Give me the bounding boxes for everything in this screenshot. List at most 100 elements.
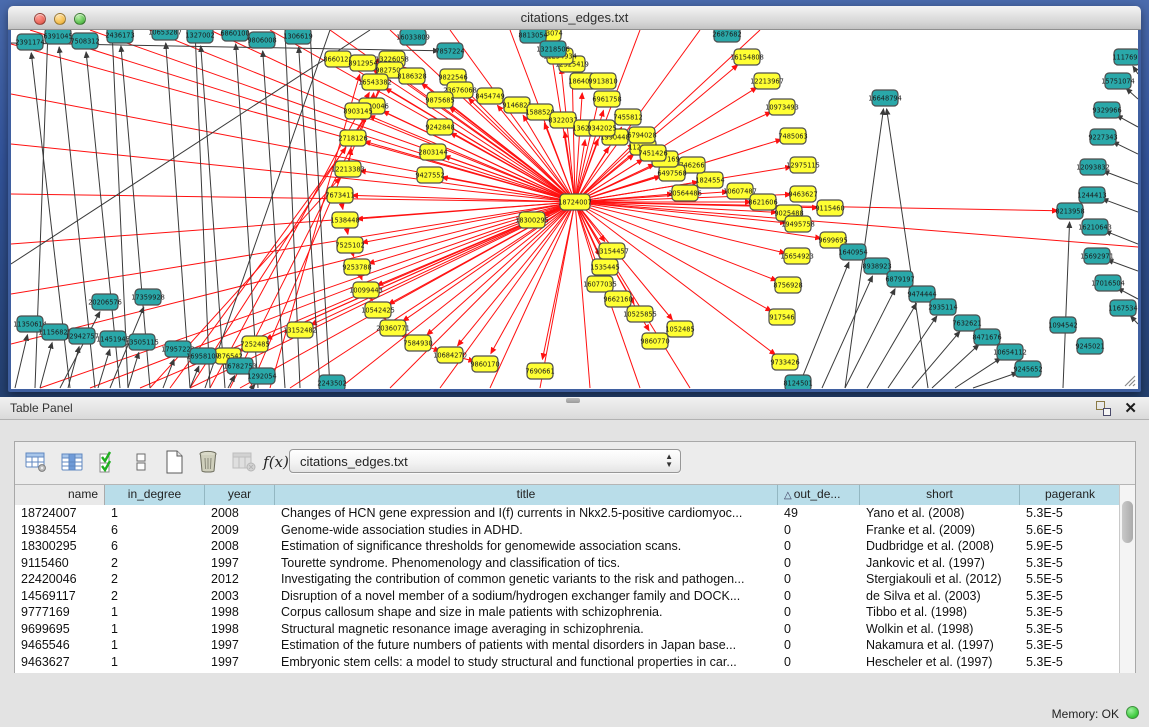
citation-edge[interactable] <box>1103 171 1138 184</box>
graph-node[interactable]: 6961758 <box>592 91 621 107</box>
table-row[interactable]: 977716911998Corpus callosum shape and si… <box>15 604 1121 621</box>
graph-node[interactable]: 15751074 <box>1101 73 1135 89</box>
unselect-rows-button[interactable] <box>128 448 154 476</box>
table-cell[interactable]: Estimation of the future numbers of pati… <box>275 637 778 654</box>
graph-node[interactable]: 1640954 <box>838 244 867 260</box>
graph-node[interactable]: 6860100 <box>220 30 249 41</box>
graph-node[interactable]: 2391174 <box>15 34 44 50</box>
table-cell[interactable]: 1997 <box>205 654 275 671</box>
table-row[interactable]: 946554611997Estimation of the future num… <box>15 637 1121 654</box>
table-cell[interactable]: Wolkin et al. (1998) <box>860 621 1020 638</box>
graph-node[interactable]: 1306619 <box>283 30 312 44</box>
table-cell[interactable]: Dudbridge et al. (2008) <box>860 538 1020 555</box>
table-body[interactable]: 1872400712008Changes of HCN gene express… <box>15 505 1121 670</box>
graph-node[interactable]: 2803144 <box>418 144 447 160</box>
citation-graph[interactable]: 1872400718300295866012889129541322605898… <box>11 30 1138 389</box>
graph-node[interactable]: 18300295 <box>515 212 549 228</box>
graph-node[interactable]: 15692971 <box>1080 248 1114 264</box>
delete-table-button[interactable] <box>195 448 221 476</box>
table-cell[interactable]: 6 <box>105 522 205 539</box>
graph-node[interactable]: 10973493 <box>765 99 799 115</box>
graph-node[interactable]: 9253788 <box>342 259 371 275</box>
table-cell[interactable]: 2012 <box>205 571 275 588</box>
table-cell[interactable]: 6 <box>105 538 205 555</box>
table-cell[interactable]: 2 <box>105 588 205 605</box>
node-table[interactable]: namein_degreeyeartitle△out_de...shortpag… <box>15 484 1121 673</box>
graph-node[interactable]: 9913810 <box>588 73 617 89</box>
graph-node[interactable]: 16154808 <box>730 49 764 65</box>
citation-edge[interactable] <box>403 202 575 321</box>
table-cell[interactable]: 1997 <box>205 637 275 654</box>
graph-node[interactable]: 8912954 <box>348 55 377 71</box>
graph-node[interactable]: 10525855 <box>623 306 657 322</box>
table-cell[interactable]: 5.3E-5 <box>1020 505 1121 522</box>
graph-node[interactable]: 10654112 <box>993 344 1027 360</box>
table-cell[interactable]: 49 <box>778 505 860 522</box>
table-cell[interactable]: 5.6E-5 <box>1020 522 1121 539</box>
table-cell[interactable]: Yano et al. (2008) <box>860 505 1020 522</box>
graph-node[interactable]: 19495758 <box>781 216 815 232</box>
table-row[interactable]: 1830029562008Estimation of significance … <box>15 538 1121 555</box>
graph-node[interactable]: 1327002 <box>185 30 214 43</box>
table-cell[interactable]: 2008 <box>205 538 275 555</box>
table-row[interactable]: 1872400712008Changes of HCN gene express… <box>15 505 1121 522</box>
graph-node[interactable]: 2935114 <box>928 299 957 315</box>
network-window-titlebar[interactable]: citations_edges.txt <box>8 6 1141 30</box>
split-divider-handle[interactable] <box>566 398 580 403</box>
table-cell[interactable]: Investigating the contribution of common… <box>275 571 778 588</box>
table-cell[interactable]: 18724007 <box>15 505 105 522</box>
graph-node[interactable]: 1535445 <box>590 259 619 275</box>
table-cell[interactable]: 1 <box>105 604 205 621</box>
table-cell[interactable]: Nakamura et al. (1997) <box>860 637 1020 654</box>
table-cell[interactable]: de Silva et al. (2003) <box>860 588 1020 605</box>
graph-node[interactable]: 7584930 <box>403 335 432 351</box>
table-cell[interactable]: 0 <box>778 654 860 671</box>
network-canvas[interactable]: 1872400718300295866012889129541322605898… <box>11 30 1138 389</box>
graph-node[interactable]: 9427552 <box>415 167 444 183</box>
graph-node[interactable]: 2687682 <box>712 30 741 42</box>
graph-node[interactable]: 7525102 <box>335 237 364 253</box>
graph-node[interactable]: 9860770 <box>640 333 669 349</box>
table-cell[interactable]: 1 <box>105 637 205 654</box>
table-cell[interactable]: 14569117 <box>15 588 105 605</box>
table-cell[interactable]: Hescheler et al. (1997) <box>860 654 1020 671</box>
vertical-scrollbar[interactable] <box>1119 484 1135 673</box>
citation-edge[interactable] <box>887 109 928 388</box>
citation-edge[interactable] <box>166 43 190 388</box>
table-cell[interactable]: 5.5E-5 <box>1020 571 1121 588</box>
table-cell[interactable]: 19384554 <box>15 522 105 539</box>
column-header-name[interactable]: name <box>15 485 105 505</box>
graph-node[interactable]: 13154457 <box>595 243 629 259</box>
citation-edge[interactable] <box>11 194 575 202</box>
table-row[interactable]: 2242004622012Investigating the contribut… <box>15 571 1121 588</box>
graph-node[interactable]: 20564486 <box>668 185 702 201</box>
citation-edge[interactable] <box>450 133 575 202</box>
graph-node[interactable]: 8186328 <box>397 68 426 84</box>
citation-edge[interactable] <box>888 316 937 388</box>
graph-node[interactable]: 8938923 <box>862 258 891 274</box>
resize-grip[interactable] <box>1120 371 1136 387</box>
table-cell[interactable]: Disruption of a novel member of a sodium… <box>275 588 778 605</box>
citation-edge[interactable] <box>845 289 895 388</box>
graph-node[interactable]: 9342025 <box>587 120 616 136</box>
graph-node[interactable]: 13218506 <box>536 41 570 57</box>
graph-node[interactable]: 9733426 <box>770 354 799 370</box>
table-cell[interactable]: 0 <box>778 637 860 654</box>
table-cell[interactable]: 0 <box>778 555 860 572</box>
citation-edge[interactable] <box>575 140 585 202</box>
graph-node[interactable]: 1167534 <box>1108 300 1137 316</box>
graph-node[interactable]: 16210643 <box>1078 219 1112 235</box>
citation-edge[interactable] <box>932 344 979 388</box>
table-row[interactable]: 969969511998Structural magnetic resonanc… <box>15 621 1121 638</box>
citation-edge[interactable] <box>955 358 1001 388</box>
citation-edge[interactable] <box>252 384 255 388</box>
graph-node[interactable]: 16033809 <box>396 30 430 45</box>
graph-node[interactable]: 9245021 <box>1075 338 1104 354</box>
graph-node[interactable]: 917546 <box>769 309 795 325</box>
graph-node[interactable]: 12213383 <box>331 161 365 177</box>
citation-edge[interactable] <box>427 202 575 335</box>
column-header-title[interactable]: title <box>275 485 778 505</box>
citation-edge[interactable] <box>1126 88 1138 99</box>
memory-ok-indicator[interactable] <box>1126 706 1139 719</box>
column-header-pagerank[interactable]: pagerank <box>1020 485 1121 505</box>
